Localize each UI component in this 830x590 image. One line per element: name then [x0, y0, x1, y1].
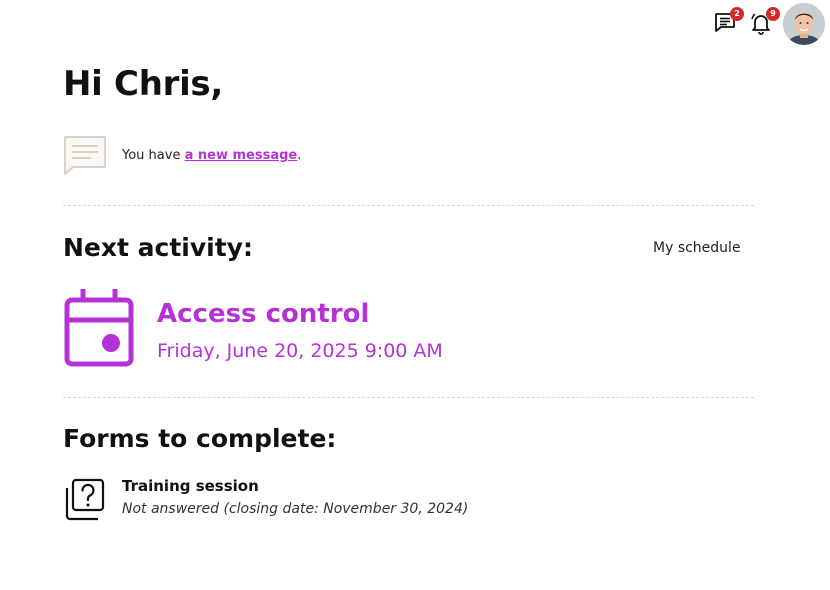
user-avatar[interactable]: [783, 3, 825, 45]
form-question-icon: [65, 478, 105, 521]
new-message-link[interactable]: a new message: [185, 148, 298, 163]
divider: [63, 397, 754, 398]
messages-button[interactable]: 2: [713, 7, 744, 35]
greeting-heading: Hi Chris,: [63, 64, 223, 104]
forms-heading: Forms to complete:: [63, 424, 337, 453]
dashboard-page: 2 9 Hi Chris, You have a new message. Ne…: [0, 0, 830, 590]
message-prefix: You have: [122, 148, 185, 163]
divider: [63, 205, 754, 206]
notifications-badge: 9: [766, 7, 780, 21]
form-item-status: Not answered (closing date: November 30,…: [122, 501, 469, 517]
message-suffix: .: [297, 148, 302, 163]
avatar-image: [783, 3, 825, 45]
messages-badge: 2: [730, 7, 744, 21]
message-bubble-icon: [64, 136, 106, 175]
form-item-title[interactable]: Training session: [122, 477, 259, 495]
my-schedule-link[interactable]: My schedule: [653, 240, 741, 256]
notifications-button[interactable]: 9: [749, 7, 780, 35]
next-activity-heading: Next activity:: [63, 233, 253, 262]
activity-datetime: Friday, June 20, 2025 9:00 AM: [157, 340, 443, 362]
message-notice: You have a new message.: [122, 148, 301, 163]
top-bar: 2 9: [0, 0, 830, 50]
calendar-icon: [64, 289, 134, 367]
activity-title-link[interactable]: Access control: [157, 299, 369, 329]
